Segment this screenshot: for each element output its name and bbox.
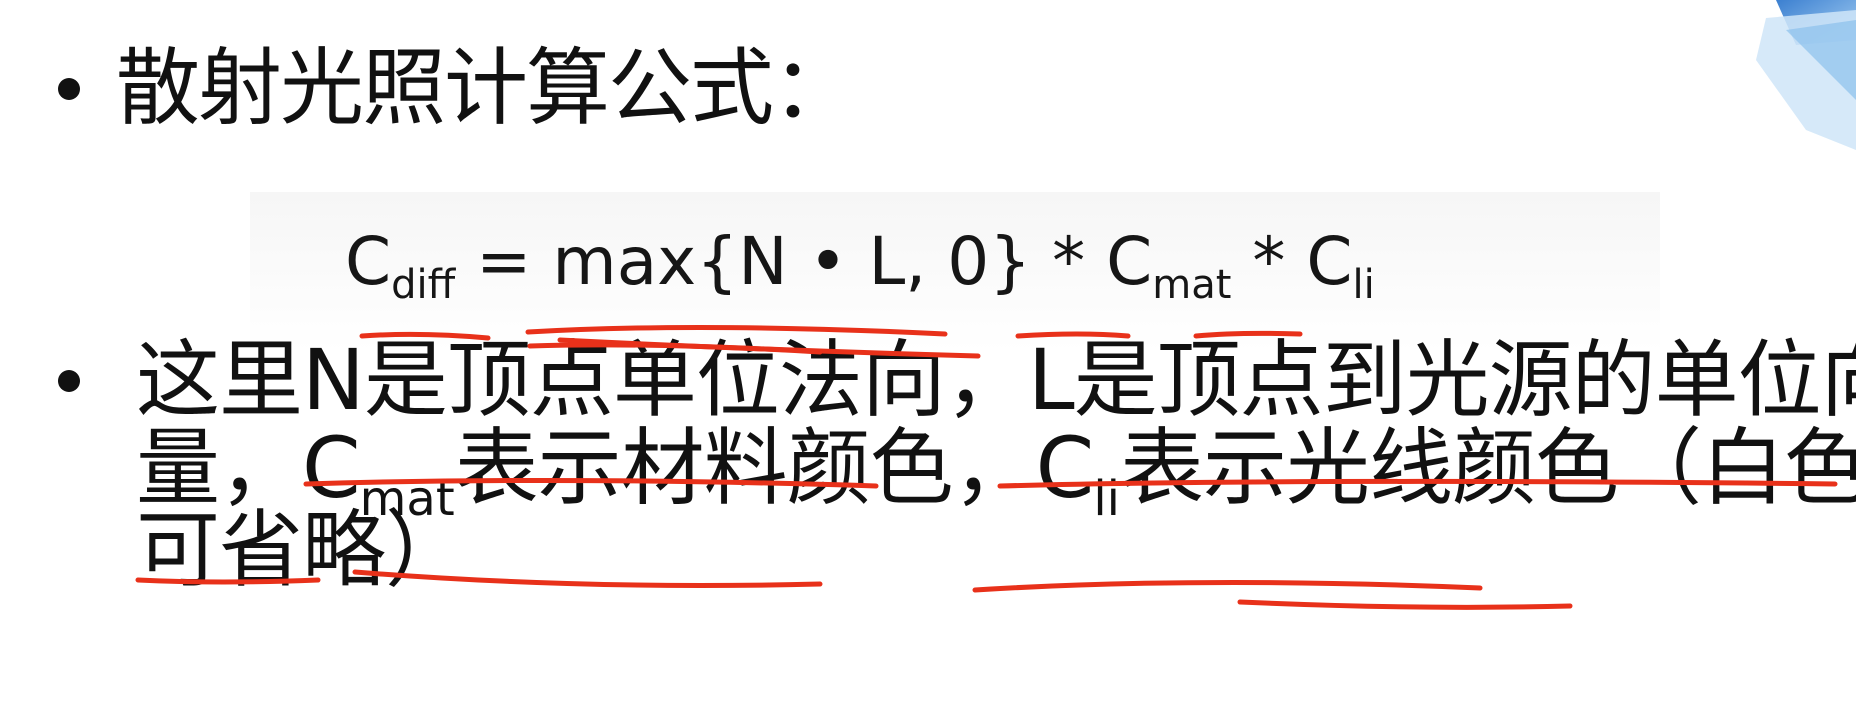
underline-cdiff: [359, 331, 491, 341]
underline-light-color-2: [1237, 599, 1573, 610]
underline-liang: [135, 577, 321, 585]
underline-normal: [303, 477, 879, 489]
slide: 散射光照计算公式： Cdiff = max{N • L, 0} * Cmat *…: [0, 0, 1856, 716]
underline-cmat: [1015, 331, 1131, 339]
underline-mat-color: [352, 569, 823, 588]
underline-max-3: [527, 342, 823, 355]
underline-light-color: [972, 579, 1483, 593]
underline-max-1: [525, 324, 948, 337]
underline-light-dir: [997, 478, 1838, 489]
underline-cli: [1193, 330, 1303, 339]
hand-annotations: [135, 324, 1838, 610]
